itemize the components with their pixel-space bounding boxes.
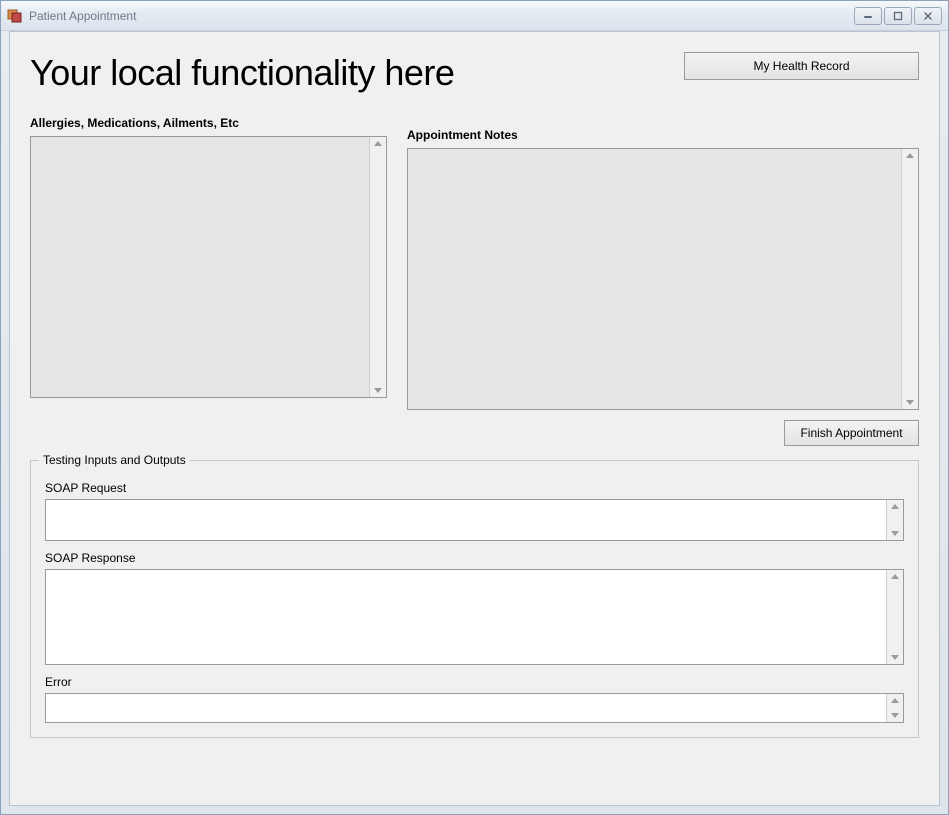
scroll-up-icon[interactable] — [891, 502, 900, 511]
notes-scrollbar[interactable] — [901, 149, 918, 409]
notes-panel: Appointment Notes — [407, 116, 919, 410]
close-button[interactable] — [914, 7, 942, 25]
content: Your local functionality here My Health … — [10, 32, 939, 805]
error-label: Error — [45, 675, 904, 689]
panels-row: Allergies, Medications, Ailments, Etc — [30, 116, 919, 410]
testing-group-title: Testing Inputs and Outputs — [39, 453, 190, 467]
scroll-up-icon[interactable] — [906, 151, 915, 160]
notes-textarea[interactable] — [407, 148, 919, 410]
scroll-down-icon[interactable] — [906, 398, 915, 407]
notes-text-body[interactable] — [408, 149, 901, 409]
soap-request-textarea[interactable] — [45, 499, 904, 541]
allergies-text-body[interactable] — [31, 137, 369, 397]
minimize-button[interactable] — [854, 7, 882, 25]
soap-request-scrollbar[interactable] — [886, 500, 903, 540]
maximize-button[interactable] — [884, 7, 912, 25]
scroll-up-icon[interactable] — [374, 139, 383, 148]
error-body[interactable] — [46, 694, 886, 722]
app-window: Patient Appointment Your local functiona… — [0, 0, 949, 815]
error-scrollbar[interactable] — [886, 694, 903, 722]
soap-request-body[interactable] — [46, 500, 886, 540]
window-controls — [854, 7, 942, 25]
soap-response-body[interactable] — [46, 570, 886, 664]
soap-request-label: SOAP Request — [45, 481, 904, 495]
soap-response-label: SOAP Response — [45, 551, 904, 565]
scroll-up-icon[interactable] — [891, 696, 900, 705]
scroll-up-icon[interactable] — [891, 572, 900, 581]
allergies-textarea[interactable] — [30, 136, 387, 398]
titlebar: Patient Appointment — [1, 1, 948, 31]
scroll-down-icon[interactable] — [891, 529, 900, 538]
allergies-panel: Allergies, Medications, Ailments, Etc — [30, 116, 387, 410]
allergies-scrollbar[interactable] — [369, 137, 386, 397]
notes-label: Appointment Notes — [407, 128, 919, 142]
finish-appointment-button[interactable]: Finish Appointment — [784, 420, 919, 446]
app-icon — [7, 8, 23, 24]
allergies-label: Allergies, Medications, Ailments, Etc — [30, 116, 387, 130]
soap-response-textarea[interactable] — [45, 569, 904, 665]
window-title: Patient Appointment — [29, 9, 854, 23]
error-textarea[interactable] — [45, 693, 904, 723]
scroll-down-icon[interactable] — [891, 711, 900, 720]
scroll-down-icon[interactable] — [374, 386, 383, 395]
my-health-record-button[interactable]: My Health Record — [684, 52, 919, 80]
soap-response-scrollbar[interactable] — [886, 570, 903, 664]
finish-row: Finish Appointment — [30, 420, 919, 446]
scroll-down-icon[interactable] — [891, 653, 900, 662]
client-area: Your local functionality here My Health … — [9, 31, 940, 806]
header-row: Your local functionality here My Health … — [30, 52, 919, 94]
testing-groupbox: Testing Inputs and Outputs SOAP Request … — [30, 460, 919, 738]
page-title: Your local functionality here — [30, 52, 454, 94]
